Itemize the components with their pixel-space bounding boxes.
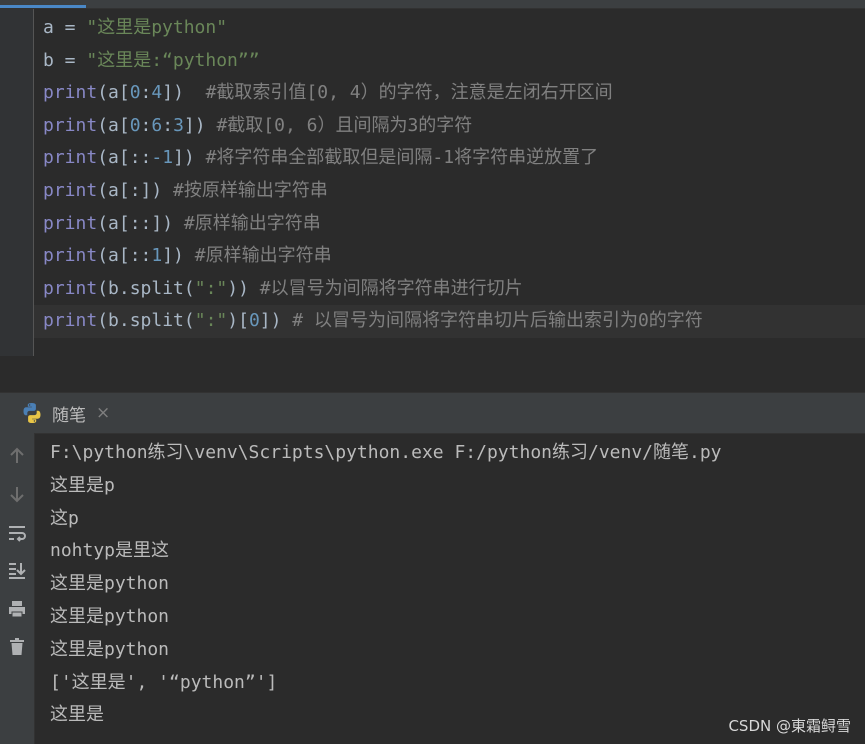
console-line: ['这里是', '“python”']	[50, 671, 278, 693]
comment-token: #原样输出字符串	[194, 245, 332, 267]
code-token: :	[140, 114, 152, 136]
soft-wrap-icon[interactable]	[0, 520, 34, 546]
number-token: 4	[151, 82, 163, 104]
trash-icon[interactable]	[0, 634, 34, 660]
line-gutter	[0, 9, 34, 356]
python-icon	[23, 403, 41, 423]
string-token: ":"	[194, 277, 228, 299]
code-line[interactable]: b = "这里是:“python””	[34, 45, 865, 78]
code-line[interactable]: a = "这里是python"	[34, 12, 865, 45]
keyword-token: print	[43, 245, 98, 267]
code-token: ])	[162, 245, 195, 267]
comment-token: #按原样输出字符串	[173, 179, 328, 201]
console-output[interactable]: F:\python练习\venv\Scripts\python.exe F:/p…	[36, 437, 865, 732]
code-token: (a[::	[97, 147, 152, 169]
keyword-token: print	[43, 114, 98, 136]
keyword-token: print	[43, 82, 98, 104]
number-token: 1	[151, 245, 163, 267]
number-token: 0	[129, 82, 141, 104]
keyword-token: print	[43, 212, 98, 234]
run-tab[interactable]: 随笔 ×	[20, 393, 110, 433]
code-token: ])	[183, 114, 217, 136]
code-token: (a[:])	[97, 179, 174, 201]
number-token: 0	[129, 114, 141, 136]
code-token: (b.split(	[97, 310, 195, 332]
string-token: ":"	[194, 310, 228, 332]
close-icon[interactable]: ×	[96, 403, 110, 423]
code-line[interactable]: print(a[::1]) #原样输出字符串	[34, 240, 865, 273]
code-token: (a[::	[97, 245, 152, 267]
console-line: 这p	[50, 507, 79, 529]
print-icon[interactable]	[0, 596, 34, 622]
comment-token: #以冒号为间隔将字符串进行切片	[259, 277, 523, 299]
comment-token: #截取[0, 6）且间隔为3的字符	[216, 114, 473, 136]
console-line: 这里是python	[50, 605, 170, 627]
code-token: ])	[162, 82, 206, 104]
arrow-down-icon[interactable]	[0, 481, 34, 507]
editor-tab-strip	[0, 0, 865, 9]
keyword-token: print	[43, 179, 98, 201]
code-token: b =	[43, 49, 87, 71]
number-token: -1	[151, 147, 174, 169]
keyword-token: print	[43, 310, 98, 332]
code-token: a =	[43, 17, 87, 38]
arrow-up-icon[interactable]	[0, 443, 34, 469]
code-token: ))	[227, 277, 260, 299]
code-token: (a[	[97, 114, 130, 136]
string-token: "这里是:“python””	[86, 49, 260, 71]
run-tab-label: 随笔	[52, 405, 86, 426]
code-line[interactable]: print(a[::]) #原样输出字符串	[34, 208, 865, 241]
code-line[interactable]: print(b.split(":")) #以冒号为间隔将字符串进行切片	[34, 273, 865, 306]
code-token: (a[	[97, 82, 130, 104]
comment-token: # 以冒号为间隔将字符串切片后输出索引为0的字符	[292, 310, 703, 332]
comment-token: #截取索引值[0, 4）的字符，注意是左闭右开区间	[205, 82, 613, 104]
comment-token: #将字符串全部截取但是间隔-1将字符串逆放置了	[205, 147, 599, 169]
code-line[interactable]: print(a[:]) #按原样输出字符串	[34, 175, 865, 208]
console-line: F:\python练习\venv\Scripts\python.exe F:/p…	[50, 442, 722, 463]
keyword-token: print	[43, 147, 98, 169]
console-line: 这里是python	[50, 638, 170, 660]
code-line[interactable]: print(b.split(":")[0]) # 以冒号为间隔将字符串切片后输出…	[34, 305, 865, 338]
string-token: "这里是python"	[86, 17, 228, 38]
code-token: :	[140, 82, 152, 104]
comment-token: #原样输出字符串	[183, 212, 321, 234]
editor-bottom-area	[0, 356, 865, 393]
number-token: 3	[173, 114, 184, 136]
run-toolbar	[0, 433, 35, 744]
active-tab-indicator	[0, 5, 86, 8]
code-token: )[	[227, 310, 249, 332]
scroll-to-end-icon[interactable]	[0, 557, 34, 583]
code-editor[interactable]: a = "这里是python" b = "这里是:“python”” print(a…	[0, 0, 865, 356]
code-token: (a[::])	[97, 212, 184, 234]
code-line[interactable]: print(a[0:4]) #截取索引值[0, 4）的字符，注意是左闭右开区间	[34, 77, 865, 110]
watermark: CSDN @東霜鲟雪	[728, 717, 851, 735]
console-line: nohtyp是里这	[50, 540, 170, 562]
number-token: 0	[248, 310, 260, 332]
console-line: 这里是p	[50, 474, 115, 496]
run-panel-header: 随笔 ×	[0, 392, 865, 434]
code-token: :	[162, 114, 174, 136]
console-line: 这里是python	[50, 573, 170, 595]
code-token: (b.split(	[97, 277, 195, 299]
code-token: ])	[173, 147, 206, 169]
number-token: 6	[151, 114, 163, 136]
code-token: ])	[259, 310, 293, 332]
keyword-token: print	[43, 277, 98, 299]
code-line[interactable]: print(a[0:6:3]) #截取[0, 6）且间隔为3的字符	[34, 110, 865, 143]
code-area[interactable]: a = "这里是python" b = "这里是:“python”” print(a…	[34, 12, 865, 338]
code-line[interactable]: print(a[::-1]) #将字符串全部截取但是间隔-1将字符串逆放置了	[34, 142, 865, 175]
